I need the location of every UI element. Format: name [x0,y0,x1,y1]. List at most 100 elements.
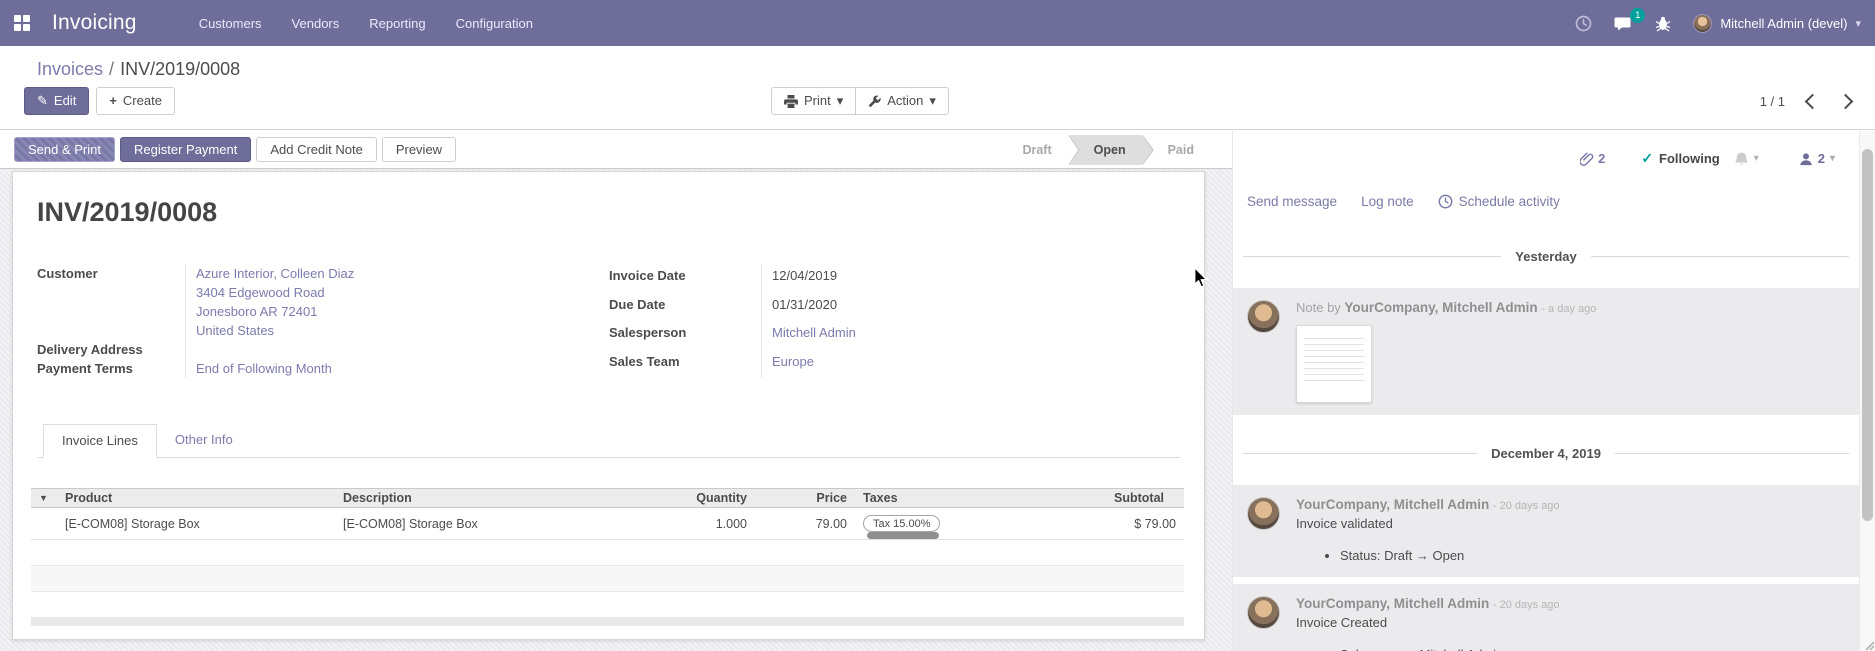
menu-vendors[interactable]: Vendors [292,16,340,31]
invoice-date-value[interactable]: 12/04/2019 [761,264,1169,293]
edit-button[interactable]: ✎ Edit [24,87,89,115]
salesperson-value[interactable]: Mitchell Admin [772,325,856,340]
add-credit-note-button[interactable]: Add Credit Note [256,137,377,162]
user-caret-icon: ▾ [1855,17,1861,30]
create-button[interactable]: + Create [96,87,175,115]
preview-button[interactable]: Preview [382,137,456,162]
breadcrumb-current: INV/2019/0008 [120,59,240,79]
schedule-clock-icon [1438,194,1453,209]
cell-description[interactable]: [E-COM08] Storage Box [335,508,620,540]
plus-icon: + [109,93,117,109]
breadcrumb-invoices-link[interactable]: Invoices [37,59,103,79]
col-header-subtotal[interactable]: Subtotal [1083,489,1184,508]
user-menu[interactable]: Mitchell Admin (devel) ▾ [1693,14,1861,33]
send-print-button[interactable]: Send & Print [14,137,115,162]
vertical-scrollbar-track[interactable] [1859,131,1875,651]
pager-previous-icon[interactable] [1805,93,1821,109]
delivery-address-label: Delivery Address [37,340,185,359]
schedule-activity-button[interactable]: Schedule activity [1438,194,1560,209]
horizontal-scrollbar-track[interactable] [31,618,1184,626]
message-count-badge: 1 [1630,8,1645,23]
payment-terms-label: Payment Terms [37,359,185,378]
navbar-right: 1 Mitchell Admin (devel) ▾ [1575,14,1861,33]
bell-caret-icon: ▾ [1754,153,1759,164]
log-note-button[interactable]: Log note [1361,194,1414,209]
following-button[interactable]: ✓ Following [1641,150,1719,167]
subscription-bell-button[interactable]: ▾ [1734,151,1759,167]
cell-quantity[interactable]: 1.000 [620,508,755,540]
tab-invoice-lines[interactable]: Invoice Lines [43,424,157,458]
message-body: Invoice validated [1296,516,1845,531]
sales-team-value[interactable]: Europe [772,354,814,369]
send-message-button[interactable]: Send message [1247,194,1337,209]
message-author: YourCompany, Mitchell Admin [1296,497,1489,512]
col-header-price[interactable]: Price [755,489,855,508]
followers-count: 2 [1818,151,1825,166]
tax-tag: Tax 15.00% [863,515,940,532]
table-sort-caret-icon[interactable]: ▼ [31,489,57,508]
chatter-message: YourCompany, Mitchell Admin - 20 days ag… [1233,584,1859,651]
col-header-taxes[interactable]: Taxes [855,489,1083,508]
printer-icon [784,95,798,108]
cell-taxes[interactable]: Tax 15.00% [855,508,1083,540]
statusbar: Send & Print Register Payment Add Credit… [0,131,1232,169]
menu-customers[interactable]: Customers [199,16,262,31]
due-date-label: Due Date [609,293,761,322]
pager: 1 / 1 [1760,87,1851,115]
notebook-tabs: Invoice Lines Other Info [37,424,1180,458]
app-title[interactable]: Invoicing [52,11,137,35]
status-draft[interactable]: Draft [1004,135,1067,165]
payment-terms-value[interactable]: End of Following Month [196,361,332,376]
attachments-button[interactable]: 2 [1580,151,1605,166]
attachment-thumbnail[interactable] [1296,325,1372,403]
status-pipeline: Draft Open Paid [1004,135,1210,165]
breadcrumb: Invoices/INV/2019/0008 [0,46,1875,80]
chatter-message: YourCompany, Mitchell Admin - 20 days ag… [1233,485,1859,577]
date-divider: Yesterday [1243,249,1849,264]
paperclip-icon [1580,151,1594,166]
customer-label: Customer [37,264,185,340]
menu-reporting[interactable]: Reporting [369,16,425,31]
tracking-value: Salesperson: Mitchell Admin [1340,647,1845,651]
delivery-address-value[interactable] [185,340,593,359]
cell-subtotal[interactable]: $ 79.00 [1083,508,1184,540]
attachments-count: 2 [1598,151,1605,166]
resize-handle-icon[interactable] [1861,637,1875,651]
col-header-quantity[interactable]: Quantity [620,489,755,508]
apps-menu-icon[interactable] [14,15,30,31]
vertical-scrollbar-thumb[interactable] [1862,149,1873,521]
customer-group: Customer Azure Interior, Colleen Diaz 34… [37,264,593,378]
action-button[interactable]: Action ▾ [855,87,949,115]
invoice-line-row[interactable]: [E-COM08] Storage Box [E-COM08] Storage … [31,508,1184,540]
activities-clock-icon[interactable] [1575,15,1592,32]
cell-product[interactable]: [E-COM08] Storage Box [57,508,335,540]
menu-configuration[interactable]: Configuration [456,16,533,31]
register-payment-button[interactable]: Register Payment [120,137,251,162]
due-date-value[interactable]: 01/31/2020 [761,293,1169,322]
wrench-icon [868,95,881,108]
sales-team-label: Sales Team [609,350,761,379]
main-menu: Customers Vendors Reporting Configuratio… [199,16,533,31]
message-author: YourCompany, Mitchell Admin [1296,596,1489,611]
print-button[interactable]: Print ▾ [771,87,856,115]
col-header-product[interactable]: Product [57,489,335,508]
pencil-icon: ✎ [37,93,48,109]
dropdown-caret-icon: ▾ [837,93,844,109]
debug-bug-icon[interactable] [1655,15,1671,32]
message-timestamp: - 20 days ago [1493,599,1560,611]
breadcrumb-separator: / [103,59,120,79]
col-header-description[interactable]: Description [335,489,620,508]
cell-price[interactable]: 79.00 [755,508,855,540]
note-prefix: Note by [1296,300,1344,315]
invoice-lines-table: ▼ Product Description Quantity Price Tax… [31,488,1184,618]
user-avatar [1693,14,1712,33]
message-body: Invoice Created [1296,615,1845,630]
chatter-panel: 2 ✓ Following ▾ 2 ▾ Send message L [1232,131,1875,651]
messages-icon[interactable]: 1 [1614,15,1633,32]
pager-next-icon[interactable] [1838,93,1854,109]
note-author: YourCompany, Mitchell Admin [1344,300,1537,315]
customer-address[interactable]: Azure Interior, Colleen Diaz 3404 Edgewo… [185,264,593,340]
horizontal-scrollbar-thumb[interactable] [867,532,939,539]
tab-other-info[interactable]: Other Info [157,424,251,457]
followers-button[interactable]: 2 ▾ [1799,151,1835,166]
